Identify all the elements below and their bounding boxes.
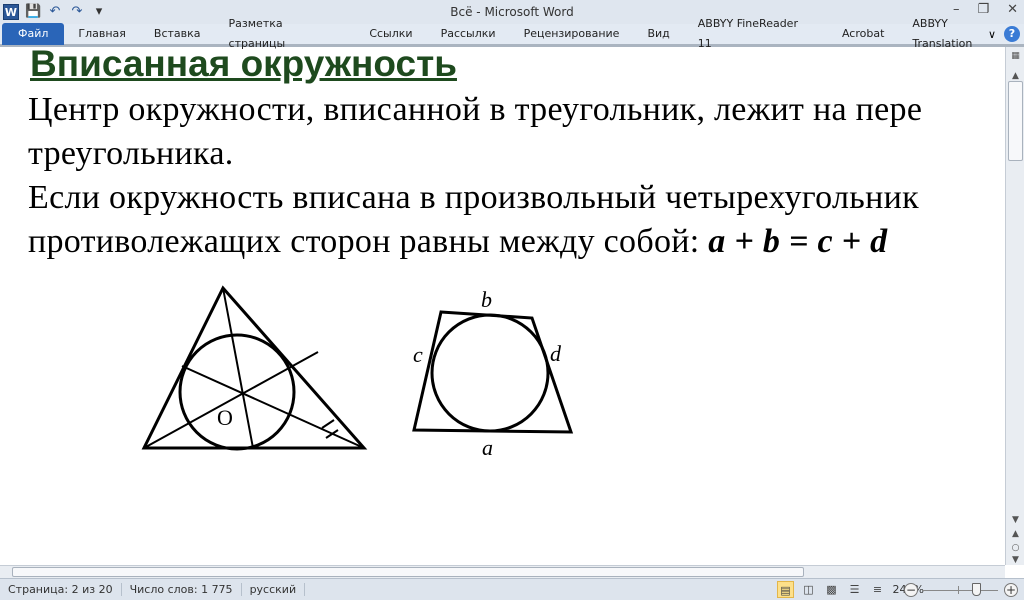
- full-screen-reading-icon[interactable]: ◫: [800, 581, 817, 598]
- zoom-slider[interactable]: − +: [904, 583, 1018, 597]
- document-page[interactable]: Вписанная окружность Центр окружности, в…: [0, 47, 1005, 565]
- browse-object-icon[interactable]: ○: [1006, 543, 1024, 553]
- scroll-up-icon[interactable]: ▲: [1006, 71, 1024, 81]
- tab-home[interactable]: Главная: [64, 24, 140, 44]
- expand-ribbon-icon[interactable]: ∨: [988, 28, 996, 41]
- scroll-thumb[interactable]: [12, 567, 804, 577]
- zoom-in-icon[interactable]: +: [1004, 583, 1018, 597]
- redo-icon[interactable]: ↷: [69, 4, 85, 20]
- language[interactable]: русский: [242, 583, 306, 596]
- side-label-b: b: [481, 287, 492, 312]
- incircle: [178, 333, 296, 451]
- word-count[interactable]: Число слов: 1 775: [122, 583, 242, 596]
- customize-toolbar-icon[interactable]: ▾: [91, 4, 107, 20]
- horizontal-scrollbar[interactable]: [0, 565, 1005, 578]
- incircle: [430, 313, 550, 433]
- next-page-icon[interactable]: ▼: [1006, 555, 1024, 565]
- tab-review[interactable]: Рецензирование: [510, 24, 634, 44]
- save-icon[interactable]: 💾: [25, 4, 41, 20]
- inscribed-quadrilateral-figure: [412, 310, 574, 434]
- web-layout-icon[interactable]: ▩: [823, 581, 840, 598]
- scroll-thumb[interactable]: [1008, 81, 1023, 161]
- triangle: [141, 285, 368, 450]
- previous-page-icon[interactable]: ▲: [1006, 529, 1024, 539]
- tab-acrobat[interactable]: Acrobat: [828, 24, 898, 44]
- tab-mailings[interactable]: Рассылки: [427, 24, 510, 44]
- quick-access-toolbar: W 💾 ↶ ↷ ▾: [0, 4, 107, 20]
- tab-file[interactable]: Файл: [2, 23, 65, 45]
- status-bar: Страница: 2 из 20 Число слов: 1 775 русс…: [0, 578, 1024, 600]
- side-label-c: c: [413, 342, 423, 367]
- inscribed-triangle-figure: [141, 285, 368, 451]
- scroll-down-icon[interactable]: ▼: [1006, 515, 1024, 525]
- tab-references[interactable]: Ссылки: [355, 24, 426, 44]
- center-label: O: [217, 405, 233, 430]
- window-title: Всё - Microsoft Word: [450, 5, 574, 19]
- tab-view[interactable]: Вид: [633, 24, 683, 44]
- help-icon[interactable]: ?: [1004, 26, 1020, 42]
- zoom-out-icon[interactable]: −: [904, 583, 918, 597]
- title-bar: W 💾 ↶ ↷ ▾ Всё - Microsoft Word – ❐ ✕: [0, 0, 1024, 24]
- outline-icon[interactable]: ☰: [846, 581, 863, 598]
- geometry-figures: O b c d a: [141, 285, 574, 460]
- bisector: [143, 351, 319, 449]
- side-label-a: a: [482, 435, 493, 460]
- zoom-slider-thumb[interactable]: [972, 583, 981, 596]
- undo-icon[interactable]: ↶: [47, 4, 63, 20]
- draft-icon[interactable]: ≡: [869, 581, 886, 598]
- vertical-scrollbar[interactable]: ▦ ▲ ▼ ▲ ○ ▼: [1005, 47, 1024, 565]
- word-icon[interactable]: W: [3, 4, 19, 20]
- ribbon-tabs: Файл Главная Вставка Разметка страницы С…: [0, 17, 1024, 50]
- angle-tick: [321, 419, 335, 429]
- page-count[interactable]: Страница: 2 из 20: [0, 583, 122, 596]
- side-label-d: d: [550, 341, 562, 366]
- ruler-toggle-icon[interactable]: ▦: [1006, 51, 1024, 61]
- tab-insert[interactable]: Вставка: [140, 24, 215, 44]
- print-layout-icon[interactable]: ▤: [777, 581, 794, 598]
